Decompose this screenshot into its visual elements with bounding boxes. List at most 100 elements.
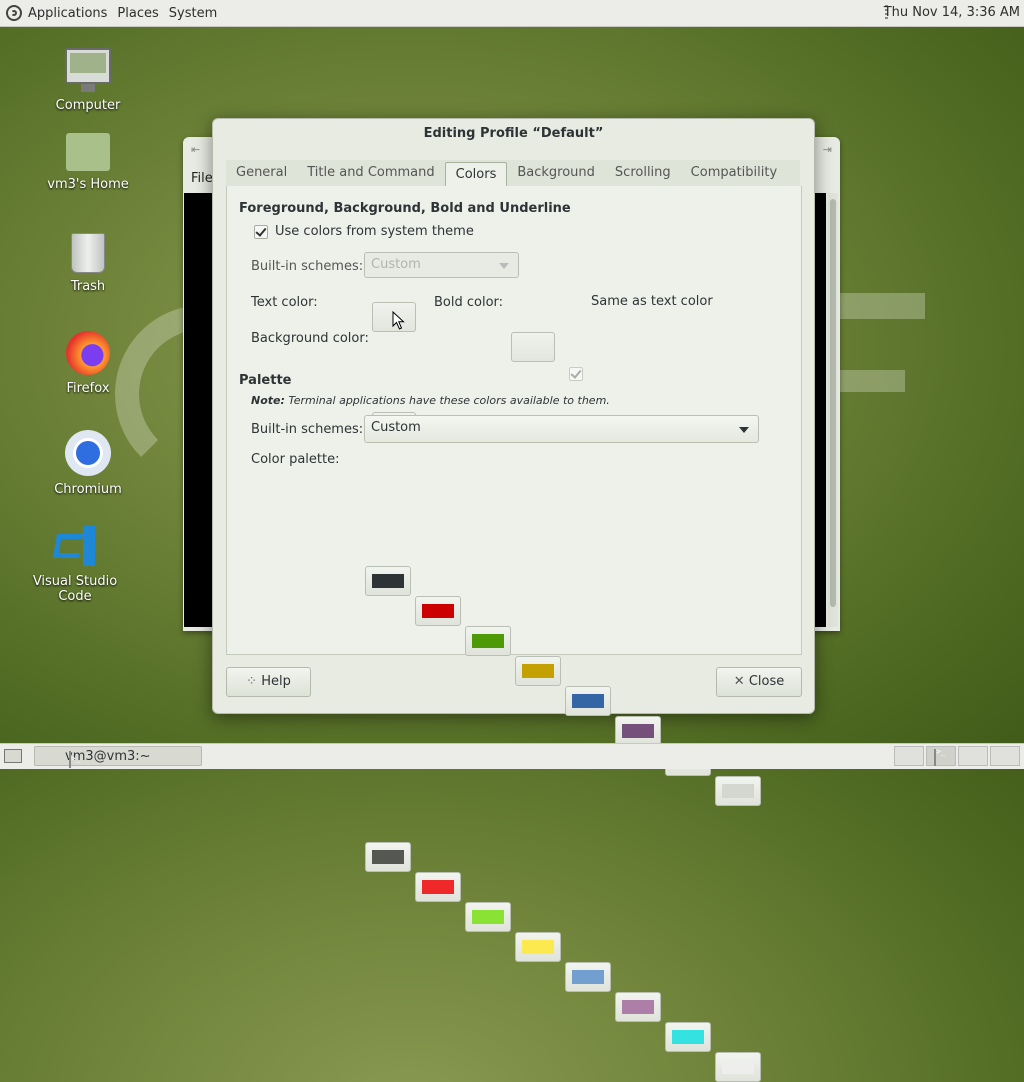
tab-compatibility[interactable]: Compatibility	[681, 160, 788, 186]
palette-color-1[interactable]	[415, 596, 461, 626]
use-system-theme-checkbox[interactable]	[254, 225, 268, 239]
terminal-icon	[69, 751, 71, 768]
palette-builtin-schemes-label: Built-in schemes:	[251, 422, 364, 437]
desktop-icon-computer[interactable]: Computer	[33, 48, 143, 113]
palette-color-4[interactable]	[565, 686, 611, 716]
desktop-icon-label: Chromium	[54, 482, 122, 497]
palette-color-swatch	[422, 604, 454, 618]
palette-color-12[interactable]	[565, 962, 611, 992]
palette-color-11[interactable]	[515, 932, 561, 962]
tab-general[interactable]: General	[226, 160, 297, 186]
palette-builtin-schemes-combo[interactable]: Custom	[364, 415, 759, 443]
palette-color-14[interactable]	[665, 1022, 711, 1052]
text-color-label: Text color:	[251, 295, 318, 310]
vscode-icon	[53, 524, 97, 568]
desktop-icon-label: vm3's Home	[47, 177, 129, 192]
workspace-4[interactable]	[990, 746, 1020, 766]
computer-icon	[65, 48, 111, 92]
colors-tab-content: Foreground, Background, Bold and Underli…	[226, 186, 802, 1082]
desktop-icon-chromium[interactable]: Chromium	[33, 430, 143, 497]
palette-note-bold: Note:	[251, 394, 285, 407]
palette-color-swatch	[522, 940, 554, 954]
workspace-3[interactable]	[958, 746, 988, 766]
trash-icon	[71, 233, 105, 273]
desktop-icon-home[interactable]: vm3's Home	[33, 133, 143, 192]
tab-bar: General Title and Command Colors Backgro…	[226, 160, 800, 187]
workspace-1[interactable]	[894, 746, 924, 766]
terminal-icon	[934, 749, 936, 766]
taskbar-terminal-button[interactable]: vm3@vm3:~	[34, 746, 202, 768]
fg-builtin-schemes-value: Custom	[371, 257, 421, 272]
terminal-scrollbar[interactable]	[828, 193, 838, 627]
palette-color-swatch	[472, 910, 504, 924]
desktop-icon-label: Visual Studio Code	[32, 574, 118, 604]
top-panel: Applications Places System Thu Nov 14, 3…	[0, 0, 1024, 27]
palette-section-heading: Palette	[239, 373, 292, 388]
menu-system[interactable]: System	[169, 6, 217, 21]
background-color-label: Background color:	[251, 331, 369, 346]
help-icon: ⁘	[246, 674, 258, 689]
chevron-down-icon	[499, 263, 509, 269]
palette-color-13[interactable]	[615, 992, 661, 1022]
palette-color-5[interactable]	[615, 716, 661, 746]
palette-color-swatch	[722, 1060, 754, 1074]
tab-scrolling[interactable]: Scrolling	[605, 160, 681, 186]
same-as-text-checkbox[interactable]	[569, 367, 583, 381]
mouse-cursor-icon	[392, 311, 405, 330]
tab-background[interactable]: Background	[507, 160, 605, 186]
terminal-menu-file[interactable]: File	[191, 171, 213, 186]
color-palette-label: Color palette:	[251, 452, 340, 467]
help-button[interactable]: ⁘ Help	[226, 667, 311, 697]
palette-color-swatch	[622, 724, 654, 738]
tab-colors[interactable]: Colors	[444, 162, 508, 187]
close-icon: ✕	[733, 674, 745, 689]
fg-section-heading: Foreground, Background, Bold and Underli…	[239, 201, 571, 216]
palette-color-swatch	[372, 574, 404, 588]
palette-color-3[interactable]	[515, 656, 561, 686]
palette-color-2[interactable]	[465, 626, 511, 656]
desktop-icon-label: Firefox	[66, 381, 110, 396]
window-resize-icon[interactable]: ⇥	[823, 143, 832, 156]
palette-color-swatch	[372, 850, 404, 864]
text-color-button[interactable]	[372, 302, 416, 332]
palette-color-swatch	[672, 1030, 704, 1044]
close-button[interactable]: ✕ Close	[716, 667, 802, 697]
palette-note: Note: Terminal applications have these c…	[251, 394, 610, 407]
show-desktop-icon[interactable]	[4, 749, 22, 763]
clock[interactable]: Thu Nov 14, 3:36 AM	[884, 0, 1020, 26]
workspace-2[interactable]	[926, 746, 956, 766]
desktop-icon-label: Computer	[55, 98, 121, 113]
palette-color-0[interactable]	[365, 566, 411, 596]
desktop-icon-trash[interactable]: Trash	[33, 233, 143, 294]
menu-applications[interactable]: Applications	[28, 6, 107, 21]
color-palette-grid	[227, 304, 801, 1082]
palette-color-10[interactable]	[465, 902, 511, 932]
palette-color-7[interactable]	[715, 776, 761, 806]
palette-color-swatch	[572, 970, 604, 984]
mate-logo-icon[interactable]	[6, 5, 22, 21]
desktop-icon-vscode[interactable]: Visual Studio Code	[19, 524, 131, 604]
palette-color-swatch	[522, 664, 554, 678]
fg-builtin-schemes-combo[interactable]: Custom	[364, 252, 519, 278]
window-menu-icon[interactable]: ⇤	[191, 143, 200, 156]
palette-color-9[interactable]	[415, 872, 461, 902]
chromium-icon	[65, 430, 111, 476]
desktop-icon-firefox[interactable]: Firefox	[33, 331, 143, 396]
bold-color-button[interactable]	[511, 332, 555, 362]
palette-color-swatch	[572, 694, 604, 708]
use-system-theme-label: Use colors from system theme	[275, 224, 474, 239]
bold-color-label: Bold color:	[434, 295, 504, 310]
home-folder-icon	[66, 133, 110, 171]
fg-builtin-schemes-label: Built-in schemes:	[251, 259, 364, 274]
chevron-down-icon	[739, 427, 749, 433]
desktop-decoration-bar	[835, 293, 925, 319]
palette-color-swatch	[472, 634, 504, 648]
palette-color-swatch	[622, 1000, 654, 1014]
palette-color-15[interactable]	[715, 1052, 761, 1082]
palette-color-swatch	[422, 880, 454, 894]
tab-title-and-command[interactable]: Title and Command	[297, 160, 444, 186]
menu-places[interactable]: Places	[117, 6, 158, 21]
palette-color-8[interactable]	[365, 842, 411, 872]
bottom-panel: vm3@vm3:~	[0, 743, 1024, 769]
profile-dialog: Editing Profile “Default” General Title …	[212, 118, 815, 1082]
